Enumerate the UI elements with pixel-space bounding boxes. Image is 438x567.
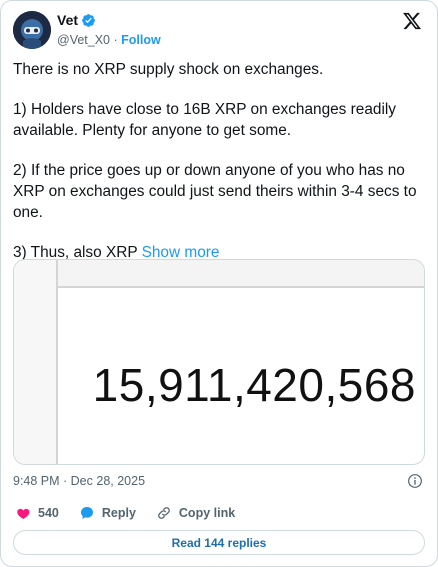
timestamp[interactable]: 9:48 PM · Dec 28, 2025 [13,474,145,488]
link-icon [158,507,170,519]
tweet-paragraph-1: There is no XRP supply shock on exchange… [13,61,324,78]
read-replies-button[interactable]: Read 144 replies [13,530,425,555]
tweet-text: There is no XRP supply shock on exchange… [13,59,427,282]
copy-link-label: Copy link [178,506,236,520]
action-bar: 540 Reply Copy link [15,504,255,522]
copy-link-button[interactable]: Copy link [156,505,235,521]
info-icon[interactable] [407,473,423,489]
display-name[interactable]: Vet [57,12,78,29]
image-number: 15,911,420,568 [92,359,416,411]
handle-row: @Vet_X0 · Follow [57,32,161,48]
tweet-paragraph-3: 2) If the price goes up or down anyone o… [13,162,417,221]
reply-bubble-icon [80,507,93,519]
separator: · [113,33,118,47]
like-count: 540 [38,506,59,520]
spreadsheet-row-strip [14,260,58,464]
reply-button[interactable]: Reply [79,505,136,521]
author-name-row: Vet [57,12,96,29]
handle[interactable]: @Vet_X0 [57,33,110,47]
like-button[interactable]: 540 [15,505,59,521]
tweet-paragraph-2: 1) Holders have close to 16B XRP on exch… [13,101,396,139]
tweet-card: Vet @Vet_X0 · Follow There is no XRP sup… [0,0,438,567]
verified-badge-icon [81,13,96,28]
follow-button[interactable]: Follow [121,33,161,47]
reply-label: Reply [101,506,136,520]
attached-image[interactable]: 15,911,420,568 [13,259,425,465]
spreadsheet-header-strip [14,260,424,288]
x-logo-icon[interactable] [402,11,422,31]
heart-icon [17,508,30,519]
avatar[interactable] [13,11,51,49]
